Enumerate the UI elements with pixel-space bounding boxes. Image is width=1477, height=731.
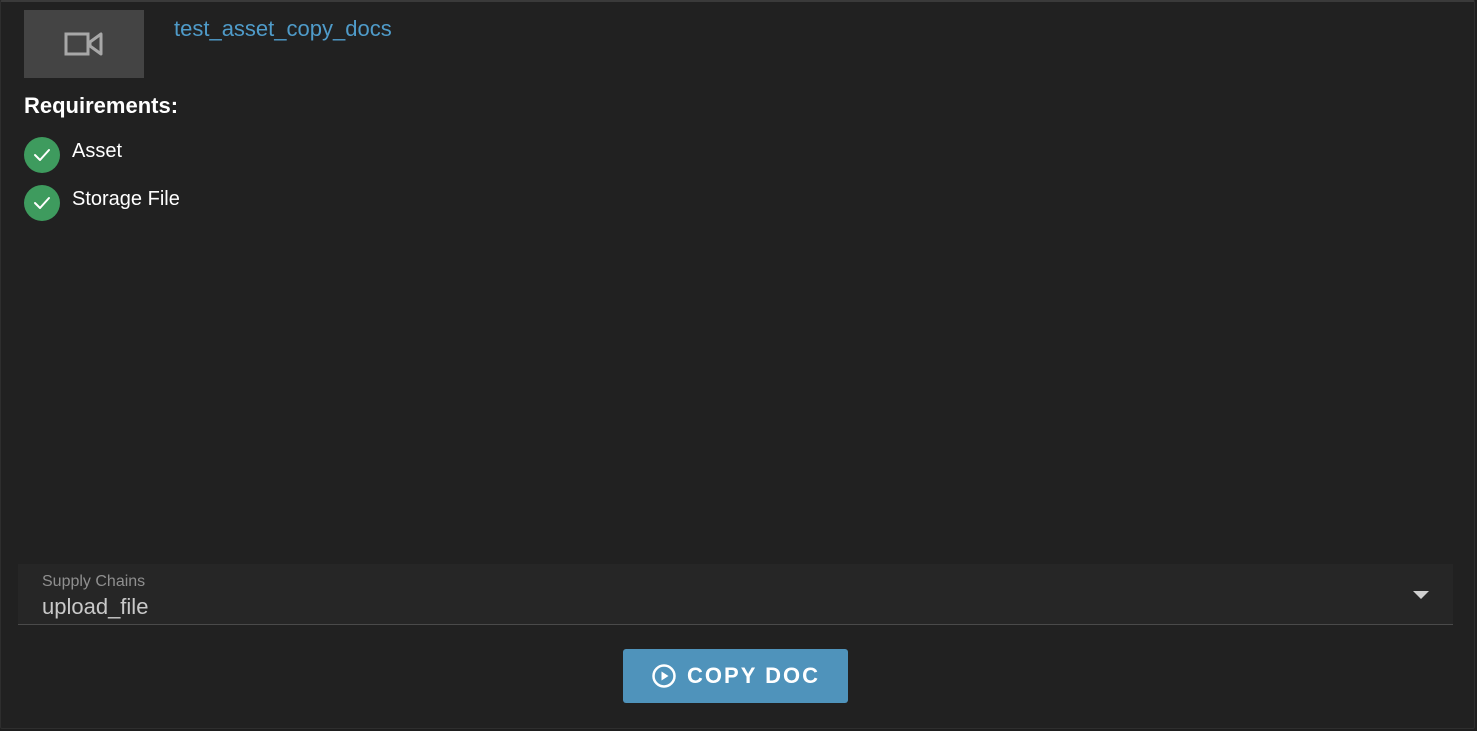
supply-chains-value: upload_file [42, 594, 149, 619]
asset-name-link[interactable]: test_asset_copy_docs [174, 16, 392, 42]
requirement-item-asset: Asset [24, 137, 122, 173]
play-circle-icon [652, 664, 676, 688]
copy-doc-label: COPY DOC [687, 663, 820, 688]
supply-chains-label: Supply Chains [42, 573, 146, 590]
check-icon [24, 185, 60, 221]
asset-panel: test_asset_copy_docs Requirements: Asset… [0, 0, 1475, 729]
supply-chains-select[interactable]: Supply Chains upload_file [18, 564, 1453, 625]
dropdown-arrow-icon[interactable] [1413, 591, 1429, 599]
requirement-label: Asset [72, 139, 123, 162]
check-icon [24, 137, 60, 173]
copy-doc-button[interactable]: COPY DOC [623, 649, 848, 703]
requirement-item-storage-file: Storage File [24, 185, 180, 221]
asset-thumbnail[interactable] [24, 10, 144, 78]
requirements-heading: Requirements: [24, 93, 179, 118]
requirement-label: Storage File [72, 187, 180, 210]
video-camera-icon [64, 32, 103, 56]
